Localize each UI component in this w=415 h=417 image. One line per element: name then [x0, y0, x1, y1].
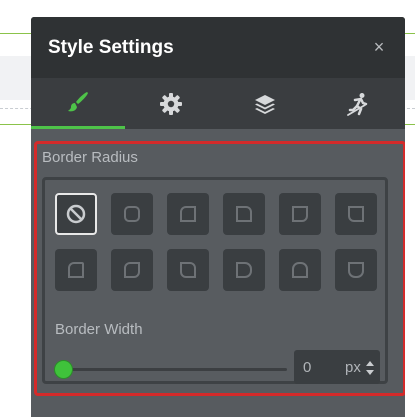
rounded-top-right-icon	[236, 206, 252, 222]
settings-tabs	[31, 78, 405, 129]
running-person-icon	[347, 92, 368, 116]
rounded-bottom-right-icon	[292, 206, 308, 222]
radius-option-bottom-alt[interactable]	[335, 249, 377, 291]
layers-icon	[254, 94, 275, 114]
border-width-unit: px	[345, 359, 361, 376]
close-button[interactable]: ×	[370, 38, 388, 56]
rounded-square-icon	[124, 206, 140, 222]
rounded-top-icon	[68, 262, 84, 278]
radius-option-none[interactable]	[55, 193, 97, 235]
radius-option-bottom[interactable]	[167, 249, 209, 291]
rounded-top-left-icon	[180, 206, 196, 222]
tab-settings[interactable]	[125, 78, 219, 129]
tab-style[interactable]	[31, 78, 125, 129]
border-width-slider-track[interactable]	[65, 368, 287, 371]
border-width-input[interactable]: 0 px	[294, 350, 380, 384]
radius-option-right[interactable]	[111, 249, 153, 291]
gear-icon	[160, 92, 183, 115]
panel-header: Style Settings ×	[31, 17, 405, 78]
radius-option-all[interactable]	[111, 193, 153, 235]
spinner-arrows-icon[interactable]	[365, 360, 375, 376]
rounded-diagonal-alt-icon	[180, 262, 196, 278]
rounded-bottom-left-icon	[348, 206, 364, 222]
style-settings-panel: Style Settings × Border Radius Border Wi…	[31, 17, 405, 417]
border-width-label: Border Width	[55, 321, 143, 338]
rounded-right-side-icon	[236, 262, 252, 278]
border-width-value[interactable]: 0	[303, 359, 311, 376]
radius-option-top-right[interactable]	[223, 193, 265, 235]
rounded-top-side-icon	[292, 262, 308, 278]
tab-layers[interactable]	[218, 78, 312, 129]
no-symbol-icon	[66, 204, 86, 224]
rounded-diagonal-icon	[124, 262, 140, 278]
radius-option-top-alt[interactable]	[279, 249, 321, 291]
paintbrush-icon	[67, 92, 88, 112]
border-radius-label: Border Radius	[42, 149, 138, 166]
radius-option-bottom-left[interactable]	[335, 193, 377, 235]
radius-option-top-left[interactable]	[167, 193, 209, 235]
radius-option-top[interactable]	[55, 249, 97, 291]
radius-option-bottom-right[interactable]	[279, 193, 321, 235]
border-width-slider-handle[interactable]	[55, 361, 72, 378]
rounded-bottom-side-icon	[348, 262, 364, 278]
panel-title: Style Settings	[48, 37, 174, 58]
tab-motion[interactable]	[312, 78, 406, 129]
radius-option-left[interactable]	[223, 249, 265, 291]
